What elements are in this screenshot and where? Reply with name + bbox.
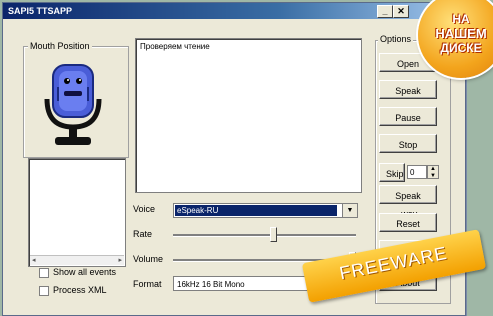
mouth-position-group: Mouth Position [23,41,129,158]
event-listbox[interactable]: ◂ ▸ [28,158,126,267]
text-input[interactable]: Проверяем чтение [135,38,362,193]
mouth-position-legend: Mouth Position [28,41,92,51]
rate-slider-track[interactable] [173,234,356,237]
stop-button[interactable]: Stop [379,134,437,153]
scroll-left-icon[interactable]: ◂ [32,256,36,265]
voice-label: Voice [133,204,156,214]
skip-spinner[interactable]: ▲ ▼ [427,165,439,179]
window-title: SAPI5 TTSAPP [8,6,73,16]
microphone-character-icon [44,64,102,145]
voice-select[interactable]: eSpeak-RU ▼ [173,203,358,218]
speak-button[interactable]: Speak [379,80,437,99]
voice-selected-value: eSpeak-RU [175,205,337,216]
volume-label: Volume [133,254,164,264]
dropdown-arrow-icon[interactable]: ▼ [342,204,357,217]
show-all-events-label: Show all events [53,267,117,277]
options-legend: Options [378,34,414,44]
show-all-events-checkbox[interactable] [39,268,49,278]
horizontal-scrollbar[interactable]: ◂ ▸ [30,255,124,265]
spin-up-icon[interactable]: ▲ [428,166,438,173]
scroll-right-icon[interactable]: ▸ [118,256,122,265]
speak-wav-button[interactable]: Speak .wav [379,185,437,219]
rate-slider-thumb[interactable] [269,227,277,242]
rate-label: Rate [133,229,153,239]
badge-line-2: НАШЕМ [435,26,487,41]
reset-button[interactable]: Reset [379,213,437,232]
spin-down-icon[interactable]: ▼ [428,173,438,180]
badge-line-3: ДИСКЕ [440,41,482,55]
minimize-button[interactable]: _ [377,5,393,18]
badge-line-1: НА [452,12,470,26]
format-field[interactable]: 16kHz 16 Bit Mono [173,276,313,291]
pause-button[interactable]: Pause [379,107,437,126]
format-label: Format [133,279,162,289]
process-xml-label: Process XML [53,285,107,295]
close-button[interactable]: ✕ [393,5,409,18]
skip-count-input[interactable]: 0 [407,165,427,179]
skip-button[interactable]: Skip [379,163,405,182]
process-xml-checkbox[interactable] [39,286,49,296]
title-bar[interactable]: SAPI5 TTSAPP _ ✕ [3,3,465,19]
